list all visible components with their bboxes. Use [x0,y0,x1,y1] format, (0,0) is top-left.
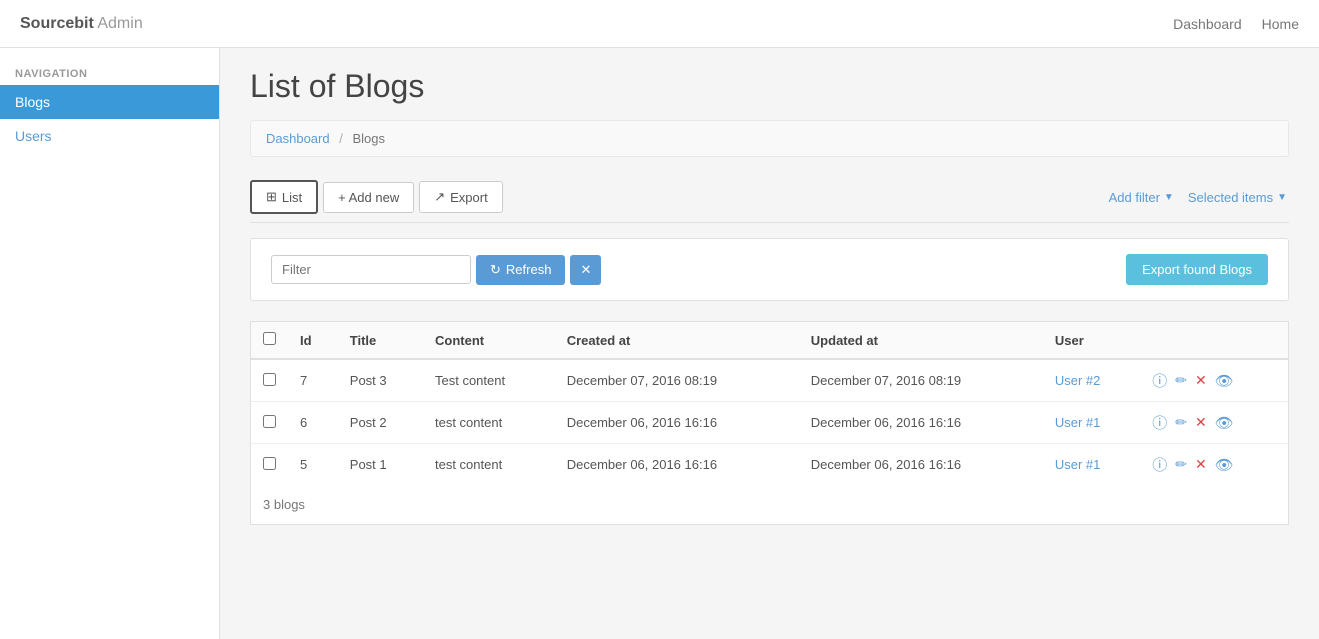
nav-dashboard[interactable]: Dashboard [1173,16,1242,32]
refresh-icon: ↻ [490,262,501,278]
table-row: 7 Post 3 Test content December 07, 2016 … [251,359,1288,402]
toolbar: ⊞ List + Add new ↗ Export Add filter ▼ S… [250,172,1289,223]
col-updated-at: Updated at [799,322,1043,359]
nav-home[interactable]: Home [1262,16,1299,32]
table-body: 7 Post 3 Test content December 07, 2016 … [251,359,1288,485]
row-checkbox-cell [251,359,288,402]
selected-items-button[interactable]: Selected items ▼ [1186,185,1289,210]
row-checkbox[interactable] [263,415,276,428]
col-user: User [1043,322,1140,359]
cell-user: User #1 [1043,444,1140,486]
main-content: List of Blogs Dashboard / Blogs ⊞ List +… [220,48,1319,639]
add-new-button[interactable]: + Add new [323,182,414,213]
layout: NAVIGATION Blogs Users List of Blogs Das… [0,48,1319,639]
filter-right: Export found Blogs [1126,254,1268,285]
row-checkbox-cell [251,402,288,444]
col-actions [1140,322,1288,359]
refresh-button[interactable]: ↻ Refresh [476,255,565,285]
col-created-at: Created at [555,322,799,359]
export-button[interactable]: ↗ Export [419,181,502,213]
breadcrumb-parent[interactable]: Dashboard [266,131,330,146]
breadcrumb: Dashboard / Blogs [250,120,1289,157]
cell-user: User #1 [1043,402,1140,444]
breadcrumb-current: Blogs [352,131,385,146]
sidebar-item-blogs[interactable]: Blogs [0,85,219,119]
cell-updated-at: December 07, 2016 08:19 [799,359,1043,402]
info-icon[interactable]: ⓘ [1152,412,1167,433]
add-filter-chevron-icon: ▼ [1164,192,1174,203]
cell-actions: ⓘ ✏ ✕ 👁 [1140,359,1288,402]
cell-title: Post 3 [338,359,423,402]
sidebar-nav-label: NAVIGATION [0,58,219,85]
export-icon: ↗ [434,189,445,205]
delete-icon[interactable]: ✕ [1195,414,1207,431]
filter-left: ↻ Refresh ✕ [271,255,601,285]
brand: Sourcebit Admin [20,15,143,33]
user-link[interactable]: User #1 [1055,457,1101,472]
clear-filter-button[interactable]: ✕ [570,255,601,285]
sidebar: NAVIGATION Blogs Users [0,48,220,639]
cell-actions: ⓘ ✏ ✕ 👁 [1140,444,1288,486]
col-content: Content [423,322,555,359]
table-container: Id Title Content Created at Updated at U… [250,321,1289,525]
filter-input[interactable] [271,255,471,284]
edit-icon[interactable]: ✏ [1175,414,1187,431]
add-filter-button[interactable]: Add filter ▼ [1107,185,1176,210]
cell-created-at: December 07, 2016 08:19 [555,359,799,402]
clear-icon: ✕ [580,262,591,277]
row-checkbox[interactable] [263,457,276,470]
view-icon[interactable]: 👁 [1215,414,1234,432]
cell-id: 5 [288,444,338,486]
cell-content: test content [423,402,555,444]
list-button[interactable]: ⊞ List [250,180,318,214]
row-checkbox-cell [251,444,288,486]
list-icon: ⊞ [266,189,277,205]
toolbar-left: ⊞ List + Add new ↗ Export [250,180,503,214]
table-header: Id Title Content Created at Updated at U… [251,322,1288,359]
sidebar-item-users[interactable]: Users [0,119,219,153]
export-found-button[interactable]: Export found Blogs [1126,254,1268,285]
cell-content: test content [423,444,555,486]
top-nav: Sourcebit Admin Dashboard Home [0,0,1319,48]
info-icon[interactable]: ⓘ [1152,454,1167,475]
cell-title: Post 2 [338,402,423,444]
edit-icon[interactable]: ✏ [1175,456,1187,473]
view-icon[interactable]: 👁 [1215,372,1234,390]
delete-icon[interactable]: ✕ [1195,456,1207,473]
page-title: List of Blogs [250,68,1289,105]
cell-user: User #2 [1043,359,1140,402]
select-all-checkbox[interactable] [263,332,276,345]
col-id: Id [288,322,338,359]
table-row: 5 Post 1 test content December 06, 2016 … [251,444,1288,486]
cell-id: 7 [288,359,338,402]
count-label: 3 blogs [251,485,1288,524]
cell-updated-at: December 06, 2016 16:16 [799,402,1043,444]
cell-actions: ⓘ ✏ ✕ 👁 [1140,402,1288,444]
user-link[interactable]: User #1 [1055,415,1101,430]
cell-created-at: December 06, 2016 16:16 [555,402,799,444]
blogs-table: Id Title Content Created at Updated at U… [251,322,1288,485]
selected-items-chevron-icon: ▼ [1277,192,1287,203]
toolbar-right: Add filter ▼ Selected items ▼ [1107,185,1289,210]
cell-content: Test content [423,359,555,402]
col-title: Title [338,322,423,359]
table-row: 6 Post 2 test content December 06, 2016 … [251,402,1288,444]
cell-created-at: December 06, 2016 16:16 [555,444,799,486]
cell-updated-at: December 06, 2016 16:16 [799,444,1043,486]
view-icon[interactable]: 👁 [1215,456,1234,474]
row-checkbox[interactable] [263,373,276,386]
info-icon[interactable]: ⓘ [1152,370,1167,391]
breadcrumb-separator: / [339,131,343,146]
user-link[interactable]: User #2 [1055,373,1101,388]
top-nav-links: Dashboard Home [1173,16,1299,32]
select-all-header [251,322,288,359]
cell-id: 6 [288,402,338,444]
edit-icon[interactable]: ✏ [1175,372,1187,389]
filter-area: ↻ Refresh ✕ Export found Blogs [250,238,1289,301]
cell-title: Post 1 [338,444,423,486]
delete-icon[interactable]: ✕ [1195,372,1207,389]
